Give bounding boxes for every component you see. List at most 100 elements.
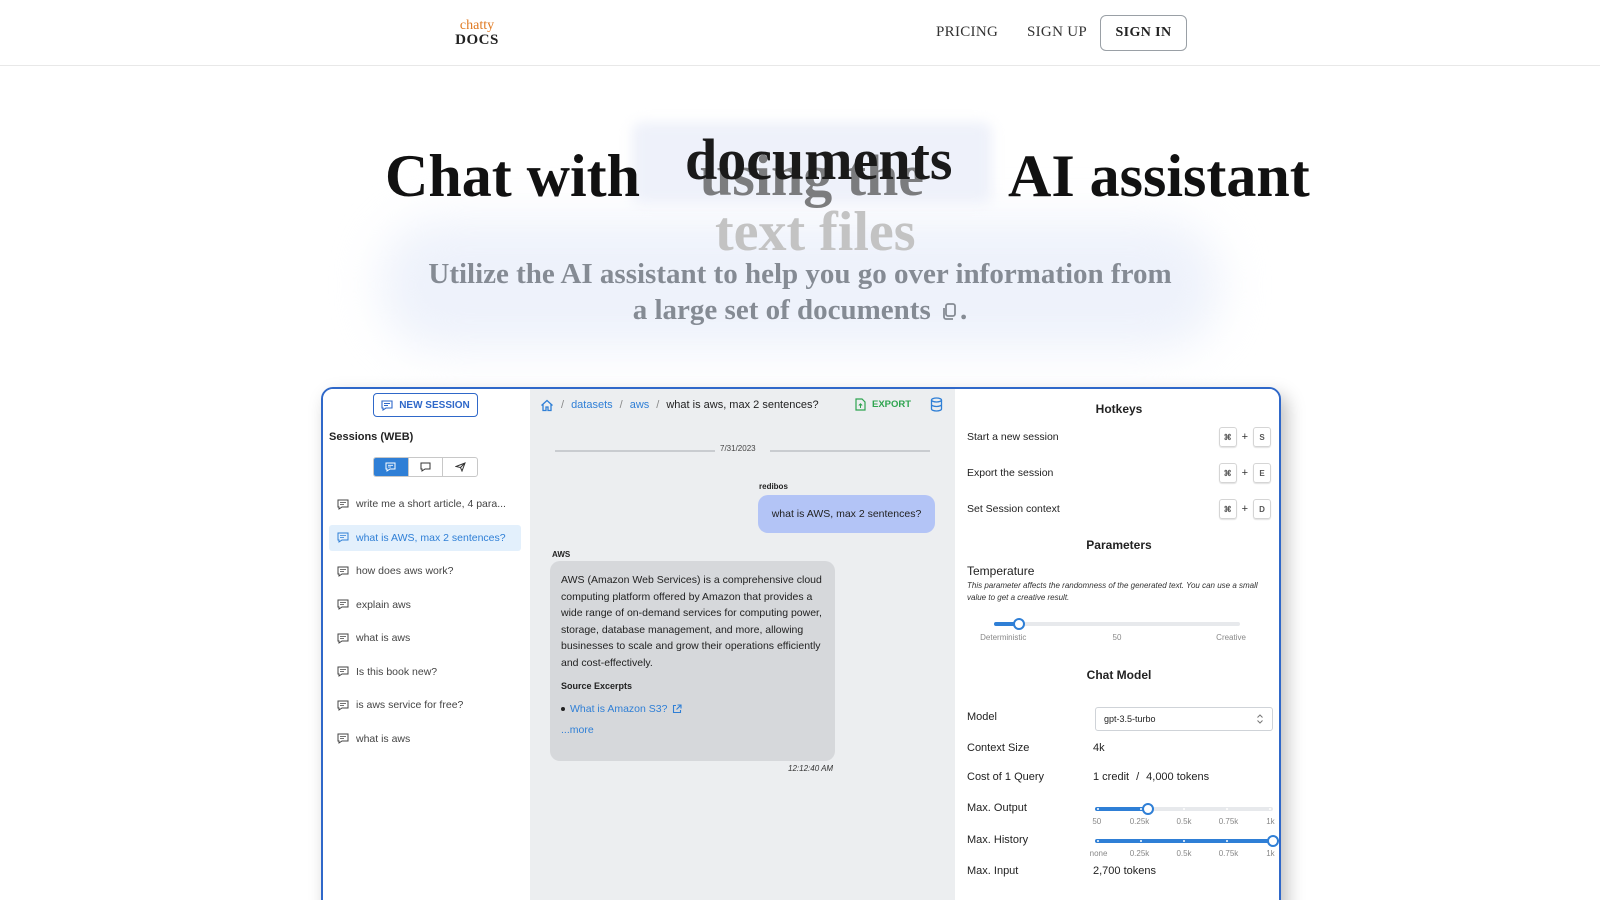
logo[interactable]: chatty DOCS: [452, 18, 502, 48]
chat-icon: [337, 733, 349, 744]
database-icon[interactable]: [930, 397, 943, 417]
session-label: how does aws work?: [356, 565, 454, 577]
headline-end: AI assistant: [1008, 143, 1310, 209]
sign-in-button[interactable]: SIGN IN: [1100, 15, 1187, 51]
headline-start: Chat with: [385, 143, 641, 209]
slider-tick-label: 50: [1092, 817, 1102, 826]
max-history-label: Max. History: [967, 834, 1029, 846]
breadcrumb-aws[interactable]: aws: [630, 399, 650, 411]
message-timestamp: 12:12:40 AM: [788, 764, 834, 773]
chat-icon: [337, 566, 349, 577]
session-item[interactable]: what is AWS, max 2 sentences?: [329, 524, 521, 551]
sessions-sidebar: NEW SESSION Sessions (WEB) write me a sh…: [323, 389, 530, 900]
chat-icon: [337, 666, 349, 677]
plus-sign: +: [1241, 431, 1248, 443]
max-input-label: Max. Input: [967, 865, 1019, 877]
temperature-slider[interactable]: [994, 618, 1240, 630]
slider-tick-label: 0.25k: [1129, 849, 1150, 858]
shortcut-key: E: [1253, 463, 1271, 483]
session-item[interactable]: is aws service for free?: [329, 692, 521, 718]
chat-model-title: Chat Model: [1086, 668, 1152, 682]
slider-tick-label: Creative: [1216, 633, 1246, 642]
slider-tick-label: 0.5k: [1176, 817, 1192, 826]
slider-tick-label: Deterministic: [980, 633, 1027, 642]
breadcrumb-datasets[interactable]: datasets: [571, 399, 613, 411]
user-name: redibos: [759, 482, 788, 491]
context-size-value: 4k: [1093, 742, 1105, 754]
slider-thumb[interactable]: [1012, 618, 1025, 630]
telegram-tab[interactable]: [443, 458, 477, 476]
slider-tick: [1269, 808, 1271, 810]
rotating-word-current: documents: [685, 127, 953, 192]
assistant-message: AWS (Amazon Web Services) is a comprehen…: [550, 561, 835, 761]
session-item[interactable]: Is this book new?: [329, 659, 521, 685]
session-label: explain aws: [356, 598, 411, 611]
date-label: 7/31/2023: [720, 444, 756, 453]
send-icon: [454, 462, 466, 472]
modifier-key: ⌘: [1218, 463, 1237, 483]
chevron-up-down-icon: [1257, 714, 1263, 724]
session-item[interactable]: what is aws: [329, 625, 521, 651]
hotkey-row: Set Session context ⌘ + D: [967, 498, 1271, 520]
assistant-name: AWS: [552, 550, 571, 559]
slider-tick: [1140, 840, 1142, 842]
session-item[interactable]: what is aws: [329, 726, 521, 752]
source-link[interactable]: What is Amazon S3?: [561, 701, 824, 718]
nav-sign-up-link[interactable]: SIGN UP: [1027, 24, 1087, 41]
rotating-word-next: text files: [715, 201, 916, 263]
hotkey-row: Start a new session ⌘ + S: [967, 426, 1271, 448]
logo-bottom-text: DOCS: [455, 32, 499, 48]
session-item[interactable]: explain aws: [329, 592, 521, 618]
chat-icon: [337, 700, 349, 711]
slider-thumb[interactable]: [1267, 835, 1279, 847]
bullet-dot: [561, 706, 565, 711]
modifier-key: ⌘: [1218, 427, 1237, 447]
sessions-list: write me a short article, 4 para... what …: [329, 491, 521, 759]
slider-tick: [1097, 840, 1099, 842]
chat-icon: [381, 399, 393, 411]
assistant-message-text: AWS (Amazon Web Services) is a comprehen…: [561, 574, 822, 669]
new-session-label: NEW SESSION: [399, 399, 470, 411]
slider-tick: [1183, 840, 1185, 842]
message-tab[interactable]: [409, 458, 444, 476]
max-input-value: 2,700 tokens: [1093, 865, 1156, 877]
settings-panel: Hotkeys Start a new session ⌘ + S Export the…: [955, 389, 1279, 900]
slider-tick-label: 0.75k: [1218, 817, 1239, 826]
cost-tokens: 4,000 tokens: [1146, 771, 1210, 783]
hotkey-label: Export the session: [967, 467, 1054, 479]
subtitle-line-2: a large set of documents .: [380, 292, 1220, 330]
plus-sign: +: [1241, 503, 1248, 515]
session-item[interactable]: how does aws work?: [329, 558, 521, 584]
session-item[interactable]: write me a short article, 4 para...: [329, 491, 521, 517]
cost-row: Cost of 1 Query 1 credit / 4,000 tokens: [967, 771, 1271, 783]
slider-tick: [1226, 808, 1228, 810]
max-output-label: Max. Output: [967, 802, 1027, 814]
chat-icon: [337, 599, 349, 610]
cost-separator: /: [1136, 771, 1140, 783]
logo-top-text: chatty: [459, 18, 495, 33]
temperature-label: Temperature: [967, 564, 1035, 578]
max-history-slider[interactable]: [1095, 835, 1279, 847]
home-icon[interactable]: [540, 399, 554, 412]
context-size-label: Context Size: [967, 742, 1030, 754]
chat-icon: [337, 499, 349, 510]
context-size-row: Context Size 4k: [967, 742, 1271, 754]
web-chat-tab[interactable]: [374, 458, 409, 476]
hero-subtitle: Utilize the AI assistant to help you go …: [380, 256, 1220, 330]
more-link[interactable]: ...more: [561, 722, 824, 739]
session-label: Is this book new?: [356, 665, 438, 678]
slider-tick: [1183, 808, 1185, 810]
export-button[interactable]: EXPORT: [855, 398, 911, 411]
slider-tick-label: none: [1089, 849, 1108, 858]
nav-pricing-link[interactable]: PRICING: [936, 24, 998, 41]
hotkey-label: Set Session context: [967, 503, 1060, 515]
slider-tick-label: 0.25k: [1129, 817, 1150, 826]
shortcut-key: S: [1253, 427, 1271, 447]
model-select[interactable]: gpt-3.5-turbo: [1095, 707, 1273, 731]
divider-line-left: [555, 450, 715, 452]
source-excerpts-title: Source Excerpts: [561, 681, 633, 691]
chat-panel: / datasets / aws / what is aws, max 2 se…: [530, 389, 955, 900]
new-session-button[interactable]: NEW SESSION: [373, 393, 478, 417]
subtitle-line-2-text: a large set of documents: [632, 294, 931, 326]
max-output-slider[interactable]: [1095, 803, 1273, 815]
